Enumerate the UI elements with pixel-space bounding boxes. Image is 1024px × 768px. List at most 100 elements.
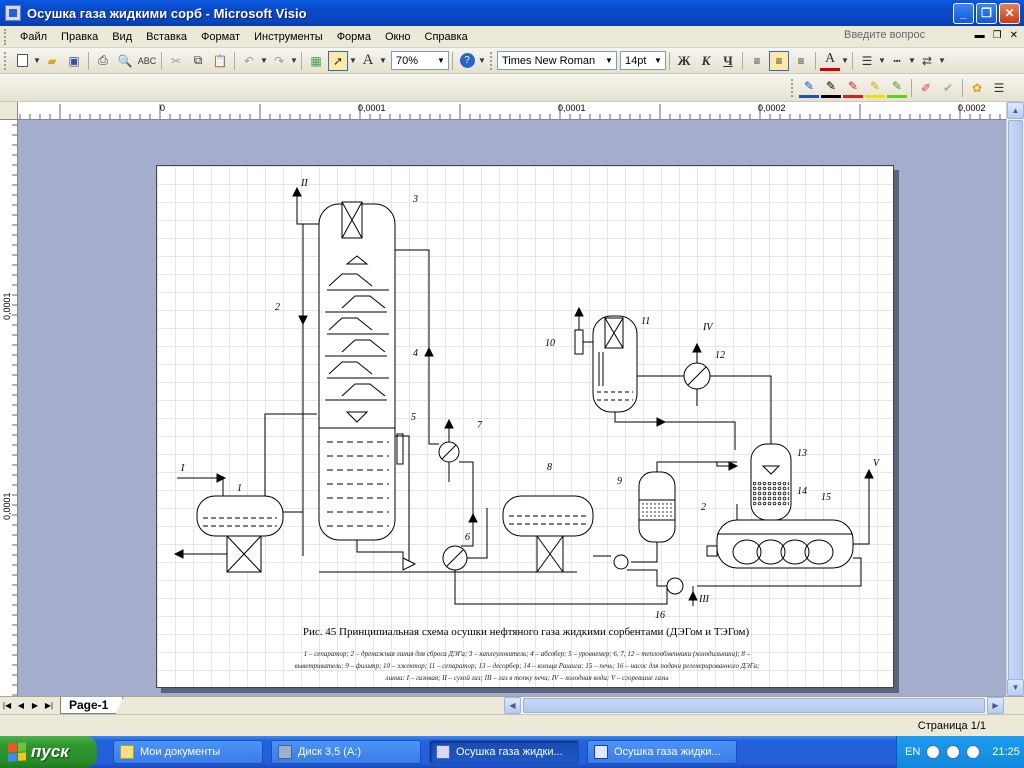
line-pattern-dropdown-icon[interactable]: ▼ xyxy=(908,56,916,65)
align-left-icon[interactable]: ≡ xyxy=(747,51,767,71)
new-document-icon[interactable] xyxy=(12,51,32,71)
prev-page-icon[interactable]: ◀ xyxy=(14,701,28,710)
process-flow-diagram[interactable]: I II III IV V 1 2 2 3 4 5 6 7 8 9 10 11 … xyxy=(157,166,895,626)
ruler-corner[interactable] xyxy=(0,102,18,120)
line-weight-dropdown-icon[interactable]: ▼ xyxy=(878,56,886,65)
taskbar-item-my-documents[interactable]: Мои документы xyxy=(113,740,263,764)
text-tool-icon[interactable]: A xyxy=(358,51,378,71)
doc-close-icon[interactable]: ✕ xyxy=(1010,30,1018,41)
menu-shape[interactable]: Форма xyxy=(330,27,378,47)
separator-1[interactable] xyxy=(196,495,284,537)
redo-dropdown-icon[interactable]: ▼ xyxy=(290,56,298,65)
vertical-scroll-thumb[interactable] xyxy=(1008,120,1023,680)
shapes-icon[interactable]: ▦ xyxy=(306,51,326,71)
help-icon[interactable]: ? xyxy=(457,51,477,71)
taskbar-item-floppy[interactable]: Диск 3,5 (A:) xyxy=(271,740,421,764)
scroll-left-icon[interactable]: ◀ xyxy=(504,697,521,714)
taskbar-item-word[interactable]: Осушка газа жидки... xyxy=(587,740,737,764)
doc-minimize-icon[interactable]: ▬ xyxy=(975,30,985,41)
vertical-scrollbar[interactable]: ▲ ▼ xyxy=(1006,102,1024,696)
help-dropdown-icon[interactable]: ▼ xyxy=(478,56,486,65)
drawing-canvas[interactable]: I II III IV V 1 2 2 3 4 5 6 7 8 9 10 11 … xyxy=(18,120,1006,696)
highlighter-yellow-icon[interactable]: ✎ xyxy=(865,78,885,98)
cut-icon[interactable]: ✂ xyxy=(166,51,186,71)
print-icon[interactable]: ⎙ xyxy=(93,51,113,71)
font-color-dropdown-icon[interactable]: ▼ xyxy=(841,56,849,65)
doc-restore-icon[interactable]: ❐ xyxy=(993,30,1002,41)
align-center-icon[interactable]: ≡ xyxy=(769,50,789,71)
tray-expand-icon[interactable] xyxy=(926,745,941,759)
italic-button[interactable]: К xyxy=(696,51,716,71)
weathering-tank-8[interactable] xyxy=(502,495,594,537)
start-button[interactable]: пуск xyxy=(0,736,97,768)
volume-icon[interactable] xyxy=(946,745,961,759)
highlighter-green-icon[interactable]: ✎ xyxy=(887,78,907,98)
print-preview-icon[interactable]: 🔍 xyxy=(115,51,135,71)
toolbar-grip[interactable] xyxy=(4,51,7,70)
menu-format[interactable]: Формат xyxy=(194,27,247,47)
font-color-icon[interactable]: A xyxy=(820,51,840,71)
save-icon[interactable]: ▣ xyxy=(64,51,84,71)
toolbar-grip[interactable] xyxy=(490,51,493,70)
menu-help[interactable]: Справка xyxy=(418,27,475,47)
level-gauge-5[interactable] xyxy=(396,433,404,465)
horizontal-ruler[interactable]: 0 0,0001 0,0001 0,0002 0,0002 xyxy=(18,102,1006,120)
ask-question-input[interactable]: Введите вопрос xyxy=(844,29,964,45)
restore-button[interactable]: ❐ xyxy=(976,2,997,24)
taskbar-item-visio[interactable]: Осушка газа жидки... xyxy=(429,740,579,764)
line-weight-icon[interactable]: ☰ xyxy=(857,51,877,71)
text-dropdown-icon[interactable]: ▼ xyxy=(379,56,387,65)
spelling-icon[interactable]: ABC xyxy=(137,51,157,71)
pen-red-icon[interactable]: ✎ xyxy=(843,78,863,98)
paste-icon[interactable]: 📋 xyxy=(210,51,230,71)
menu-view[interactable]: Вид xyxy=(105,27,139,47)
pointer-tool-icon[interactable]: ➚ xyxy=(328,50,348,71)
undo-dropdown-icon[interactable]: ▼ xyxy=(260,56,268,65)
undo-icon[interactable]: ↶ xyxy=(239,51,259,71)
drawing-page[interactable]: I II III IV V 1 2 2 3 4 5 6 7 8 9 10 11 … xyxy=(156,165,894,688)
vertical-ruler[interactable]: 0,0001 0,0001 xyxy=(0,120,18,696)
menu-insert[interactable]: Вставка xyxy=(139,27,194,47)
absorber-column[interactable] xyxy=(318,203,396,541)
line-pattern-icon[interactable]: ┅ xyxy=(887,51,907,71)
next-page-icon[interactable]: ▶ xyxy=(28,701,42,710)
first-page-icon[interactable]: |◀ xyxy=(0,701,14,710)
bold-button[interactable]: Ж xyxy=(674,51,694,71)
scroll-down-icon[interactable]: ▼ xyxy=(1007,679,1024,696)
zoom-select[interactable]: 70% ▼ xyxy=(391,51,449,70)
line-ends-dropdown-icon[interactable]: ▼ xyxy=(938,56,946,65)
toolbar-grip[interactable] xyxy=(791,78,794,97)
menu-grip[interactable] xyxy=(4,28,7,45)
minimize-button[interactable]: _ xyxy=(953,2,974,24)
tab-page-1[interactable]: Page-1 xyxy=(60,697,124,714)
new-dropdown-icon[interactable]: ▼ xyxy=(33,56,41,65)
checkmark-icon[interactable]: ✔ xyxy=(938,78,958,98)
menu-file[interactable]: Файл xyxy=(13,27,54,47)
redo-icon[interactable]: ↷ xyxy=(269,51,289,71)
close-button[interactable]: ✕ xyxy=(999,2,1020,24)
line-ends-icon[interactable]: ⇄ xyxy=(917,51,937,71)
copy-icon[interactable]: ⧉ xyxy=(188,51,208,71)
underline-button[interactable]: Ч xyxy=(718,51,738,71)
color-palette-icon[interactable]: ✿ xyxy=(967,78,987,98)
pen-blue-icon[interactable]: ✎ xyxy=(799,78,819,98)
pointer-dropdown-icon[interactable]: ▼ xyxy=(349,56,357,65)
pump[interactable] xyxy=(613,554,629,570)
eraser-icon[interactable]: ✐ xyxy=(916,78,936,98)
ejector-10[interactable] xyxy=(574,329,584,355)
scroll-right-icon[interactable]: ▶ xyxy=(987,697,1004,714)
horizontal-scroll-thumb[interactable] xyxy=(523,698,985,713)
network-icon[interactable] xyxy=(966,745,981,759)
line-style-icon[interactable]: ☰ xyxy=(989,78,1009,98)
align-right-icon[interactable]: ≡ xyxy=(791,51,811,71)
menu-window[interactable]: Окно xyxy=(378,27,418,47)
menu-tools[interactable]: Инструменты xyxy=(247,27,330,47)
last-page-icon[interactable]: ▶| xyxy=(42,701,56,710)
menu-edit[interactable]: Правка xyxy=(54,27,105,47)
open-folder-icon[interactable]: ▰ xyxy=(42,51,62,71)
pump-16[interactable] xyxy=(666,577,684,595)
scroll-up-icon[interactable]: ▲ xyxy=(1007,102,1024,119)
font-select[interactable]: Times New Roman ▼ xyxy=(497,51,617,70)
visio-app-icon[interactable] xyxy=(5,5,21,21)
pen-black-icon[interactable]: ✎ xyxy=(821,78,841,98)
